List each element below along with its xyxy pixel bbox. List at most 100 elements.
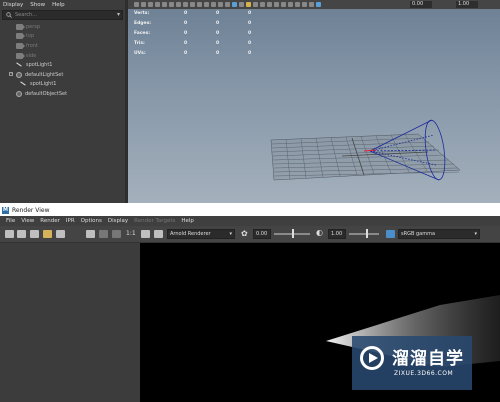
outliner-item-spotlight[interactable]: spotLight1 [0, 60, 125, 70]
gamma-slider[interactable] [349, 233, 379, 235]
remove-image-icon[interactable] [154, 230, 163, 238]
exposure-field[interactable]: 0.00 [410, 1, 432, 8]
search-options-icon[interactable]: ▾ [117, 11, 120, 18]
menu-display[interactable]: Display [3, 2, 23, 8]
gate-mask-icon[interactable] [183, 2, 188, 7]
menu-file[interactable]: File [6, 218, 15, 224]
field-chart-icon[interactable] [190, 2, 195, 7]
viewport-toolbar [128, 0, 500, 9]
outliner-search-input[interactable]: Search... ▾ [2, 10, 123, 20]
3d-viewport[interactable]: 0.00 1.00 Verts: 0 0 0 Edges: 0 0 0 Face… [128, 0, 500, 203]
outliner-panel: Display Show Help Search... ▾ persp top [0, 0, 125, 203]
search-placeholder: Search... [15, 12, 37, 18]
textured-icon[interactable] [239, 2, 244, 7]
gamma-icon: ◐ [316, 228, 323, 237]
safe-title-icon[interactable] [204, 2, 209, 7]
outliner-item-persp[interactable]: persp [0, 22, 125, 32]
shadows-icon[interactable] [253, 2, 258, 7]
hud-label: Edges: [134, 21, 152, 26]
film-gate-icon[interactable] [169, 2, 174, 7]
render-view-titlebar[interactable]: M Render View [0, 205, 500, 216]
hud-value: 0 [248, 51, 252, 56]
item-label: front [26, 42, 38, 49]
outliner-item-default-light-set[interactable]: − defaultLightSet [0, 70, 125, 80]
render-view-toolbar: 1:1 Arnold Renderer ▾ ✿ 0.00 ◐ 1.00 sRGB… [0, 226, 500, 243]
collapse-toggle-icon[interactable]: − [9, 71, 13, 76]
menu-options[interactable]: Options [81, 218, 102, 224]
hud-value: 0 [216, 21, 220, 26]
ambient-occlusion-icon[interactable] [260, 2, 265, 7]
real-size-button[interactable]: 1:1 [126, 230, 136, 237]
hud-row: Tris: 0 0 0 [134, 41, 280, 51]
grid-icon[interactable] [162, 2, 167, 7]
wireframe-on-shaded-icon[interactable] [232, 2, 237, 7]
resolution-gate-icon[interactable] [176, 2, 181, 7]
menu-display[interactable]: Display [108, 218, 128, 224]
save-image-icon[interactable] [141, 230, 150, 238]
view-transform-icon[interactable] [386, 230, 395, 238]
gamma-field[interactable]: 1.00 [328, 229, 346, 239]
hud-row: Edges: 0 0 0 [134, 21, 280, 31]
hud-label: Tris: [134, 41, 145, 46]
menu-show[interactable]: Show [30, 2, 45, 8]
menu-ipr[interactable]: IPR [66, 218, 75, 224]
menu-view[interactable]: View [21, 218, 34, 224]
motion-blur-icon[interactable] [267, 2, 272, 7]
rgb-channels-icon[interactable] [86, 230, 95, 238]
menu-help[interactable]: Help [181, 218, 194, 224]
item-label: defaultObjectSet [25, 90, 68, 97]
depth-of-field-icon[interactable] [281, 2, 286, 7]
gamma-slider-handle[interactable] [366, 229, 368, 238]
watermark-url: ZIXUE.3D66.COM [394, 370, 454, 377]
hud-value: 0 [216, 51, 220, 56]
color-space-select[interactable]: sRGB gamma ▾ [398, 229, 480, 239]
smooth-shade-icon[interactable] [218, 2, 223, 7]
maya-logo-icon: M [2, 207, 9, 214]
xray-icon[interactable] [295, 2, 300, 7]
select-camera-icon[interactable] [134, 2, 139, 7]
outliner-item-top[interactable]: top [0, 32, 125, 42]
outliner-menubar: Display Show Help [0, 0, 125, 9]
ipr-render-icon[interactable] [43, 230, 52, 238]
xray-joints-icon[interactable] [302, 2, 307, 7]
default-material-icon[interactable] [225, 2, 230, 7]
set-icon [16, 71, 22, 78]
alpha-channel-icon[interactable] [99, 230, 108, 238]
safe-action-icon[interactable] [197, 2, 202, 7]
redo-render-icon[interactable] [5, 230, 14, 238]
keep-image-icon[interactable] [112, 230, 121, 238]
color-space-value: sRGB gamma [401, 231, 436, 237]
outliner-item-side[interactable]: side [0, 51, 125, 61]
use-all-lights-icon[interactable] [246, 2, 251, 7]
xray-active-icon[interactable] [309, 2, 314, 7]
hud-row: UVs: 0 0 0 [134, 51, 280, 61]
outliner-item-default-object-set[interactable]: defaultObjectSet [0, 89, 125, 99]
spotlight-icon [16, 62, 23, 68]
outliner-item-front[interactable]: front [0, 41, 125, 51]
exposure-icon[interactable] [316, 2, 321, 7]
hud-value: 0 [216, 41, 220, 46]
menu-render[interactable]: Render [40, 218, 60, 224]
search-icon [6, 12, 12, 18]
isolate-select-icon[interactable] [288, 2, 293, 7]
hud-label: Faces: [134, 31, 151, 36]
hud-value: 0 [248, 31, 252, 36]
exposure-field[interactable]: 0.00 [253, 229, 271, 239]
menu-help[interactable]: Help [52, 2, 65, 8]
gamma-field[interactable]: 1.00 [456, 1, 478, 8]
render-region-icon[interactable] [17, 230, 26, 238]
exposure-slider-handle[interactable] [292, 229, 294, 238]
chevron-down-icon: ▾ [229, 231, 232, 237]
outliner-item-spotlight-child[interactable]: spotLight1 [0, 80, 125, 90]
image-plane-icon[interactable] [155, 2, 160, 7]
camera-attributes-icon[interactable] [141, 2, 146, 7]
snapshot-icon[interactable] [30, 230, 39, 238]
hud-row: Verts: 0 0 0 [134, 11, 280, 21]
renderer-select[interactable]: Arnold Renderer ▾ [167, 229, 235, 239]
anti-aliasing-icon[interactable] [274, 2, 279, 7]
bookmark-icon[interactable] [148, 2, 153, 7]
refresh-ipr-icon[interactable] [56, 230, 65, 238]
wireframe-icon[interactable] [211, 2, 216, 7]
watermark: 溜溜自学 ZIXUE.3D66.COM [352, 336, 472, 390]
item-label: spotLight1 [26, 62, 53, 69]
